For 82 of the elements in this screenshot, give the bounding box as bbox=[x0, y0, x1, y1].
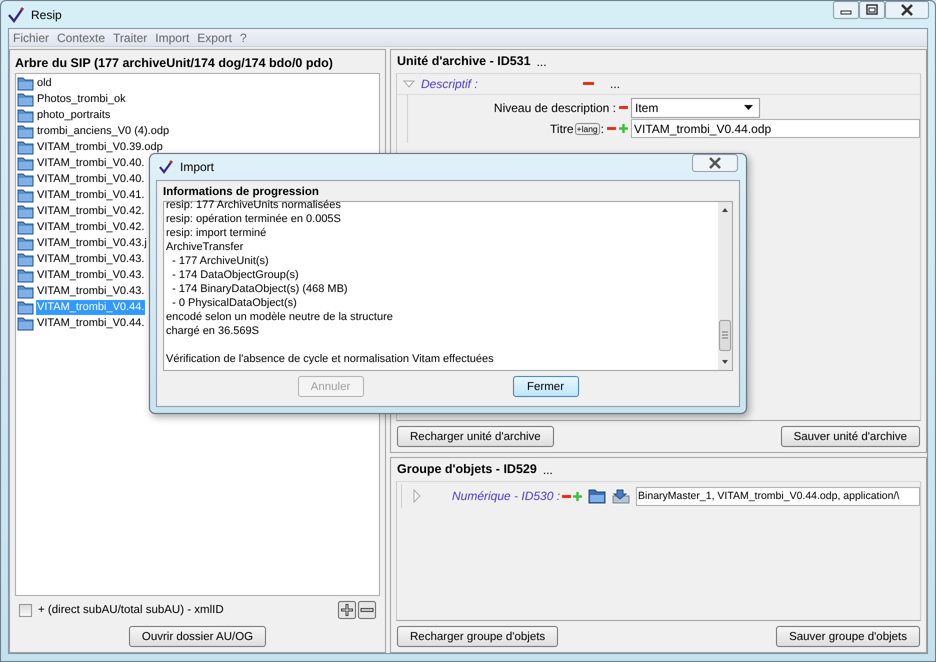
menu-item[interactable]: ? bbox=[240, 30, 247, 44]
tree-item[interactable]: old bbox=[36, 76, 53, 90]
folder-icon bbox=[17, 188, 34, 202]
plus-icon[interactable] bbox=[619, 124, 628, 133]
action-button[interactable]: Recharger unité d'archive bbox=[397, 426, 554, 447]
panel-title: Unité d'archive - ID531 bbox=[397, 54, 531, 69]
plus-icon[interactable] bbox=[573, 492, 582, 500]
more-button[interactable]: ... bbox=[542, 462, 553, 476]
app-check-icon bbox=[158, 160, 174, 174]
folder-icon bbox=[17, 76, 34, 90]
checkbox[interactable] bbox=[19, 604, 32, 616]
folder-icon bbox=[17, 204, 34, 218]
folder-icon bbox=[17, 284, 34, 298]
folder-icon bbox=[17, 316, 34, 330]
folder-icon bbox=[17, 92, 34, 106]
tree-item[interactable]: VITAM_trombi_V0.43. bbox=[36, 252, 146, 266]
tree-item[interactable]: VITAM_trombi_V0.40. bbox=[36, 172, 146, 186]
folder-icon bbox=[17, 156, 34, 170]
tree-item[interactable]: Photos_trombi_ok bbox=[36, 92, 127, 106]
app-check-icon bbox=[7, 6, 25, 22]
maximize-button[interactable] bbox=[859, 1, 885, 19]
field-label: Titre bbox=[550, 122, 574, 136]
add-button[interactable] bbox=[338, 601, 356, 619]
remove-button[interactable] bbox=[358, 601, 376, 619]
window-title: Resip bbox=[31, 8, 62, 22]
folder-icon bbox=[17, 252, 34, 266]
folder-icon bbox=[17, 220, 34, 234]
tree-item[interactable]: VITAM_trombi_V0.42. bbox=[36, 220, 146, 234]
folder-icon bbox=[17, 268, 34, 282]
minus-icon[interactable] bbox=[562, 494, 572, 498]
menu-item[interactable]: Import bbox=[155, 30, 190, 44]
menu-item[interactable]: Fichier bbox=[13, 30, 50, 44]
folder-icon bbox=[17, 300, 34, 314]
dialog-button[interactable]: Fermer bbox=[512, 376, 578, 397]
folder-icon bbox=[17, 108, 34, 122]
separator: : bbox=[600, 122, 604, 136]
folder-icon bbox=[17, 140, 34, 154]
panel-title: Arbre du SIP (177 archiveUnit/174 dog/174 bdo/0 pdo) bbox=[15, 55, 334, 72]
scrollbar[interactable] bbox=[718, 202, 732, 370]
tree-item[interactable]: VITAM_trombi_V0.44. bbox=[36, 316, 146, 330]
tree-item[interactable]: VITAM_trombi_V0.43. bbox=[36, 284, 146, 298]
checkbox-label: + (direct subAU/total subAU) - xmlID bbox=[38, 604, 224, 616]
add-language-button[interactable]: +lang bbox=[574, 122, 600, 134]
dialog-title: Import bbox=[180, 160, 214, 174]
minimize-button[interactable] bbox=[833, 1, 859, 19]
dropdown-arrow-icon bbox=[744, 105, 753, 110]
action-button[interactable]: Recharger groupe d'objets bbox=[397, 626, 558, 647]
object-label: Numérique - ID530 : bbox=[452, 489, 560, 503]
tree-item[interactable]: photo_portraits bbox=[36, 108, 112, 122]
tree-item[interactable]: VITAM_trombi_V0.40. bbox=[36, 156, 146, 170]
action-button[interactable]: Sauver unité d'archive bbox=[780, 426, 920, 447]
object-field[interactable]: BinaryMaster_1, VITAM_trombi_V0.44.odp, application/\ bbox=[636, 486, 920, 506]
menu-item[interactable]: Contexte bbox=[57, 30, 106, 44]
action-button[interactable]: Sauver groupe d'objets bbox=[776, 626, 920, 647]
section-label: Descriptif : bbox=[421, 77, 479, 91]
folder-icon[interactable] bbox=[588, 488, 606, 504]
tree-item[interactable]: VITAM_trombi_V0.41. bbox=[36, 188, 146, 202]
folder-icon bbox=[17, 172, 34, 186]
more-button[interactable]: ... bbox=[610, 77, 620, 91]
folder-icon bbox=[17, 236, 34, 250]
close-button[interactable] bbox=[692, 154, 738, 172]
menu-item[interactable]: Export bbox=[197, 30, 232, 44]
folder-icon bbox=[17, 124, 34, 138]
tree-item[interactable]: VITAM_trombi_V0.39.odp bbox=[36, 140, 164, 154]
tree-item[interactable]: VITAM_trombi_V0.43.j bbox=[36, 236, 148, 250]
panel-title: Groupe d'objets - ID529 bbox=[397, 462, 537, 477]
minus-icon[interactable] bbox=[583, 82, 594, 86]
menu-item[interactable]: Traiter bbox=[113, 30, 148, 44]
tree-item[interactable]: VITAM_trombi_V0.42. bbox=[36, 204, 146, 218]
close-button[interactable] bbox=[885, 1, 929, 19]
section-title: Informations de progression bbox=[163, 185, 320, 200]
tree-item[interactable]: trombi_anciens_V0 (4).odp bbox=[36, 124, 170, 138]
field-label: Niveau de description : bbox=[494, 100, 616, 114]
expanded-triangle-icon[interactable] bbox=[403, 79, 415, 89]
export-icon[interactable] bbox=[612, 488, 630, 504]
tree-item[interactable]: VITAM_trombi_V0.43. bbox=[36, 268, 146, 282]
log-text: resip: 177 ArchiveUnits normalisées resip: opération terminée en 0.005S resip: import terminé ArchiveTransfer - 177 ArchiveUnit(s) - 174 DataObjectGroup(s) - 174 BinaryDataObject(s) (468 MB) - 0 PhysicalDataObject(s) encodé selon un modèle neutre de la structure chargé en 36.569S Vérification de l'absence de cycle et normalisation Vitam effectuées bbox=[165, 198, 495, 367]
collapsed-triangle-icon[interactable] bbox=[412, 489, 422, 503]
more-button[interactable]: ... bbox=[536, 54, 547, 68]
description-level-dropdown[interactable]: Item bbox=[631, 98, 760, 118]
open-folder-button[interactable]: Ouvrir dossier AU/OG bbox=[128, 626, 266, 647]
title-field[interactable]: VITAM_trombi_V0.44.odp bbox=[631, 119, 920, 138]
